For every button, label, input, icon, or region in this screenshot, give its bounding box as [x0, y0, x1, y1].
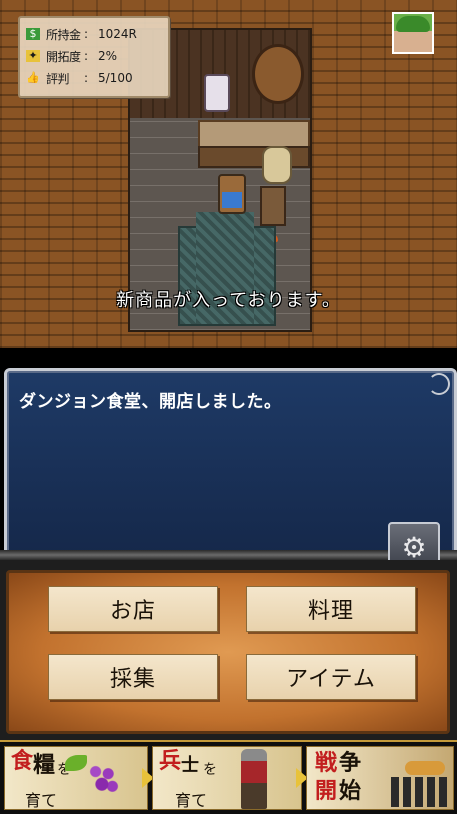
gear-icon: ⚙ [401, 530, 427, 564]
stove [260, 186, 286, 226]
shop-button[interactable]: お店 [48, 586, 218, 632]
money-value: 1024R [98, 27, 137, 41]
map-icon: ✦ [26, 50, 40, 62]
cook-button[interactable]: 料理 [246, 586, 416, 632]
development-value: 2% [98, 49, 118, 63]
reputation-label: 評判 [46, 71, 70, 86]
troops-icon [391, 777, 449, 807]
banner-step3-big1: 戦 [315, 751, 338, 776]
banner-step3-big3: 開 [315, 779, 338, 804]
wall-barrel [252, 44, 304, 104]
status-row-development: ✦ 開拓度 : 2% [26, 46, 117, 66]
message-text: ダンジョン食堂、開店しました。 [19, 392, 282, 412]
leaf-icon [65, 755, 87, 771]
shop-counter-front [198, 146, 310, 168]
status-row-reputation: 👍 評判 : 5/100 [26, 68, 133, 88]
money-label: 所持金 [46, 27, 81, 42]
development-separator: : [84, 49, 89, 63]
bread-icon [405, 761, 445, 775]
banner-step-grow-food[interactable]: 食 糧 を 育て [4, 746, 148, 810]
banner-step2-small2: 育て [175, 791, 208, 810]
banner-step2-big: 兵 [159, 749, 182, 774]
shopkeeper-maid-sprite[interactable] [204, 74, 230, 112]
item-button[interactable]: アイテム [246, 654, 416, 700]
grapes-icon [83, 759, 125, 801]
banner-step-train-soldiers[interactable]: 兵 士 を 育て [152, 746, 302, 810]
banner-step2-mid: 士 [181, 755, 199, 776]
status-panel: $ 所持金 : 1024R ✦ 開拓度 : 2% 👍 評判 : 5/100 [18, 16, 170, 98]
banner-step-start-war[interactable]: 戦 争 開 始 [306, 746, 454, 810]
reputation-value: 5/100 [98, 71, 133, 85]
gather-button[interactable]: 採集 [48, 654, 218, 700]
banner-step3-big2: 争 [339, 751, 362, 776]
soldier-icon [241, 749, 267, 809]
character-avatar[interactable] [392, 12, 434, 54]
money-separator: : [84, 27, 89, 41]
promo-banner[interactable]: 食 糧 を 育て 兵 士 を 育て 戦 争 開 始 [0, 740, 457, 814]
thumbs-up-icon: 👍 [26, 71, 40, 84]
sack-sprite [262, 146, 292, 184]
shop-counter [198, 120, 310, 148]
banner-step1-small2: 育て [25, 791, 58, 810]
reputation-separator: : [84, 71, 89, 85]
player-character-body [222, 192, 242, 208]
player-character-sprite[interactable] [218, 174, 246, 214]
money-icon: $ [26, 28, 40, 40]
window-ornament-icon [428, 373, 450, 395]
banner-step3-big4: 始 [339, 779, 362, 804]
banner-step1-big2: 糧 [33, 753, 56, 778]
game-map-view[interactable]: $ 所持金 : 1024R ✦ 開拓度 : 2% 👍 評判 : 5/100 新商… [0, 0, 457, 348]
avatar-hair [396, 16, 430, 32]
notice-text: 新商品が入っております。 [116, 290, 341, 311]
banner-step2-small1: を [203, 762, 217, 778]
status-row-money: $ 所持金 : 1024R [26, 24, 137, 44]
development-label: 開拓度 [46, 49, 81, 64]
banner-step1-big1: 食 [11, 749, 34, 774]
